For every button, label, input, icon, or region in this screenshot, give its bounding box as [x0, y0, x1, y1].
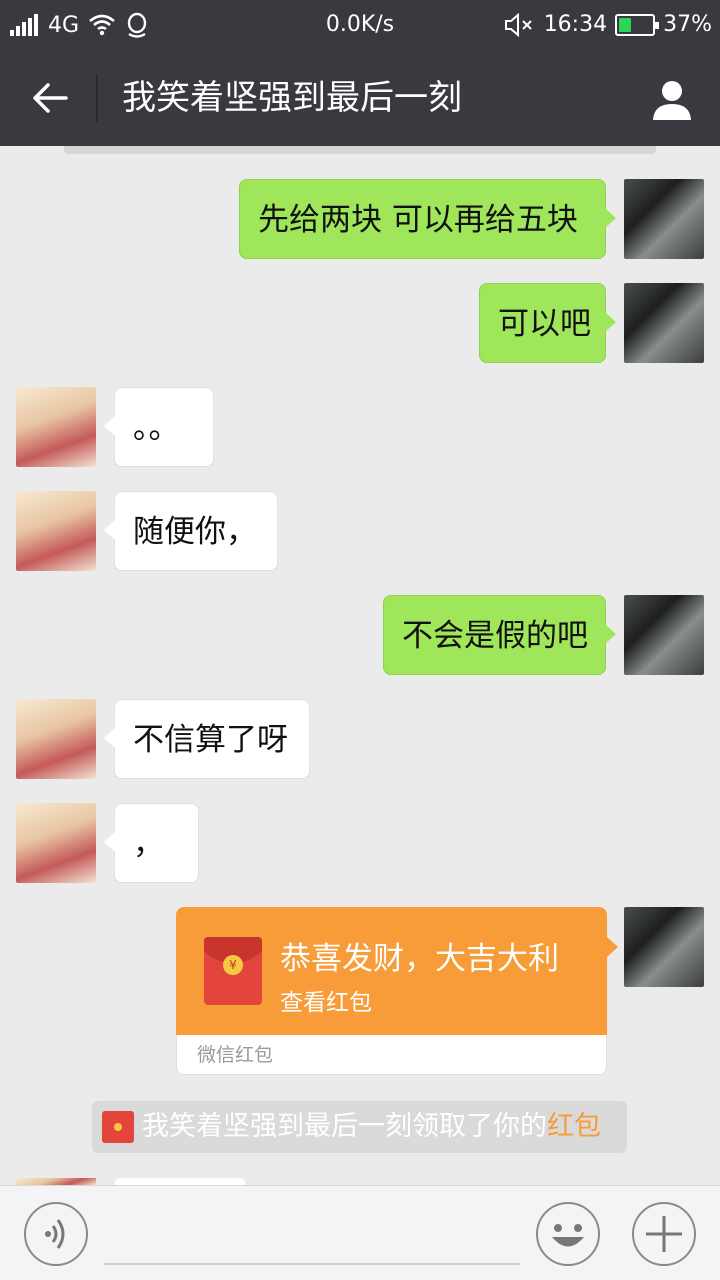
my-avatar[interactable] — [624, 283, 704, 363]
emoji-icon — [552, 1224, 584, 1247]
mute-icon — [504, 12, 532, 37]
person-icon[interactable] — [650, 78, 694, 122]
red-envelope-icon: ¥ — [204, 937, 262, 1005]
message-bubble-mine[interactable]: 不会是假的吧 — [383, 595, 616, 675]
chat-title: 我笑着坚强到最后一刻 — [122, 78, 462, 118]
contact-avatar[interactable] — [16, 699, 96, 779]
red-packet-action: 查看红包 — [280, 990, 372, 1016]
message-bubble-mine[interactable]: 可以吧 — [479, 283, 616, 363]
red-packet-footer: 微信红包 — [176, 1035, 607, 1075]
my-avatar[interactable] — [624, 595, 704, 675]
input-bar — [0, 1185, 720, 1280]
emoji-button[interactable] — [536, 1202, 600, 1266]
voice-button[interactable] — [24, 1202, 88, 1266]
contact-avatar[interactable] — [16, 803, 96, 883]
message-bubble-partial — [114, 1178, 246, 1185]
back-arrow-icon[interactable] — [30, 78, 70, 118]
clock: 16:34 — [543, 12, 608, 37]
previous-message-edge — [64, 146, 656, 154]
contact-avatar-partial — [16, 1178, 96, 1185]
red-packet-message[interactable]: ¥ 恭喜发财，大吉大利 查看红包 微信红包 — [176, 907, 618, 1075]
message-bubble-contact[interactable]: ， — [104, 803, 199, 883]
plus-icon — [646, 1216, 682, 1252]
contact-avatar[interactable] — [16, 387, 96, 467]
status-bar: 4G 0.0K/s 16:34 37% — [0, 0, 720, 50]
more-button[interactable] — [632, 1202, 696, 1266]
system-notice: 我笑着坚强到最后一刻领取了你的红包 — [92, 1101, 627, 1153]
contact-avatar[interactable] — [16, 491, 96, 571]
message-bubble-contact[interactable]: 。。 — [104, 387, 214, 467]
message-bubble-contact[interactable]: 不信算了呀 — [104, 699, 310, 779]
my-avatar[interactable] — [624, 907, 704, 987]
red-packet-body[interactable]: ¥ 恭喜发财，大吉大利 查看红包 — [176, 907, 618, 1035]
my-avatar[interactable] — [624, 179, 704, 259]
red-envelope-icon — [102, 1111, 134, 1143]
message-bubble-contact[interactable]: 随便你， — [104, 491, 278, 571]
voice-icon — [45, 1219, 65, 1249]
battery-icon — [615, 13, 660, 36]
battery-percent: 37% — [663, 12, 712, 37]
header-divider — [96, 74, 98, 122]
system-notice-text: 我笑着坚强到最后一刻领取了你的 — [142, 1111, 547, 1142]
chat-header: 我笑着坚强到最后一刻 — [0, 50, 720, 146]
red-packet-greeting: 恭喜发财，大吉大利 — [280, 941, 559, 977]
red-packet-link[interactable]: 红包 — [547, 1111, 601, 1142]
message-bubble-mine[interactable]: 先给两块 可以再给五块 — [239, 179, 616, 259]
message-input[interactable] — [104, 1263, 520, 1265]
